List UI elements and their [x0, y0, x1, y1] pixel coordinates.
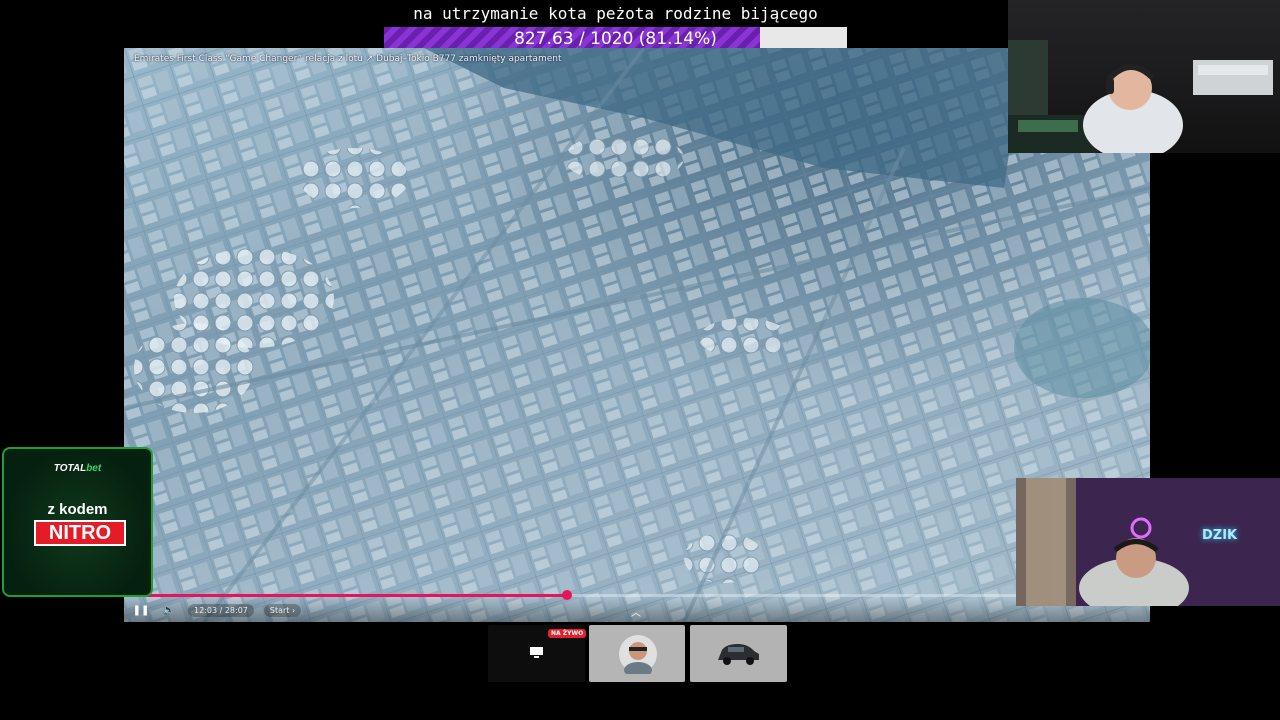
- scene-webcam[interactable]: [589, 625, 685, 682]
- video-title: Emirates First Class “Game Changer” rela…: [134, 54, 562, 64]
- scene-car[interactable]: [690, 625, 787, 682]
- chevron-up-icon[interactable]: ︿: [628, 604, 644, 619]
- sponsor-ad[interactable]: TOTALbet z kodem NITRO: [2, 447, 153, 597]
- dzik-neon-sign: DZIK: [1202, 528, 1238, 543]
- goal-progress-text: 827.63 / 1020 (81.14%): [514, 29, 717, 49]
- live-badge: NA ŻYWO: [548, 629, 587, 638]
- webcam-thumbnail: [619, 635, 657, 674]
- streamer-webcam-image: [1008, 40, 1273, 153]
- video-progress-fill: [134, 594, 567, 597]
- video-progress-track[interactable]: [134, 590, 1140, 600]
- screen-share-icon: [530, 647, 543, 658]
- goal-title: na utrzymanie kota peżota rodzine bijące…: [413, 4, 818, 23]
- car-thumbnail: [718, 644, 759, 665]
- webcam-overlay-top: [1008, 0, 1280, 153]
- volume-icon[interactable]: 🔈: [160, 601, 178, 619]
- scene-switcher: NA ŻYWO: [488, 625, 788, 682]
- second-webcam-image: [1016, 478, 1280, 606]
- sponsor-code: NITRO: [34, 520, 126, 546]
- video-player[interactable]: Emirates First Class “Game Changer” rela…: [124, 48, 1150, 622]
- time-display: 12:03 / 28:07: [188, 603, 254, 617]
- webcam-overlay-bottom: DZIK: [1016, 478, 1280, 606]
- pause-icon[interactable]: ❚❚: [132, 601, 150, 619]
- sponsor-logo: TOTALbet: [53, 463, 102, 474]
- sponsor-tagline: z kodem: [47, 501, 108, 518]
- scene-screen-share[interactable]: NA ŻYWO: [488, 625, 587, 682]
- chapter-label: Start: [269, 605, 290, 615]
- chapter-button[interactable]: Start ›: [263, 603, 302, 617]
- aerial-city-image: [124, 48, 1150, 622]
